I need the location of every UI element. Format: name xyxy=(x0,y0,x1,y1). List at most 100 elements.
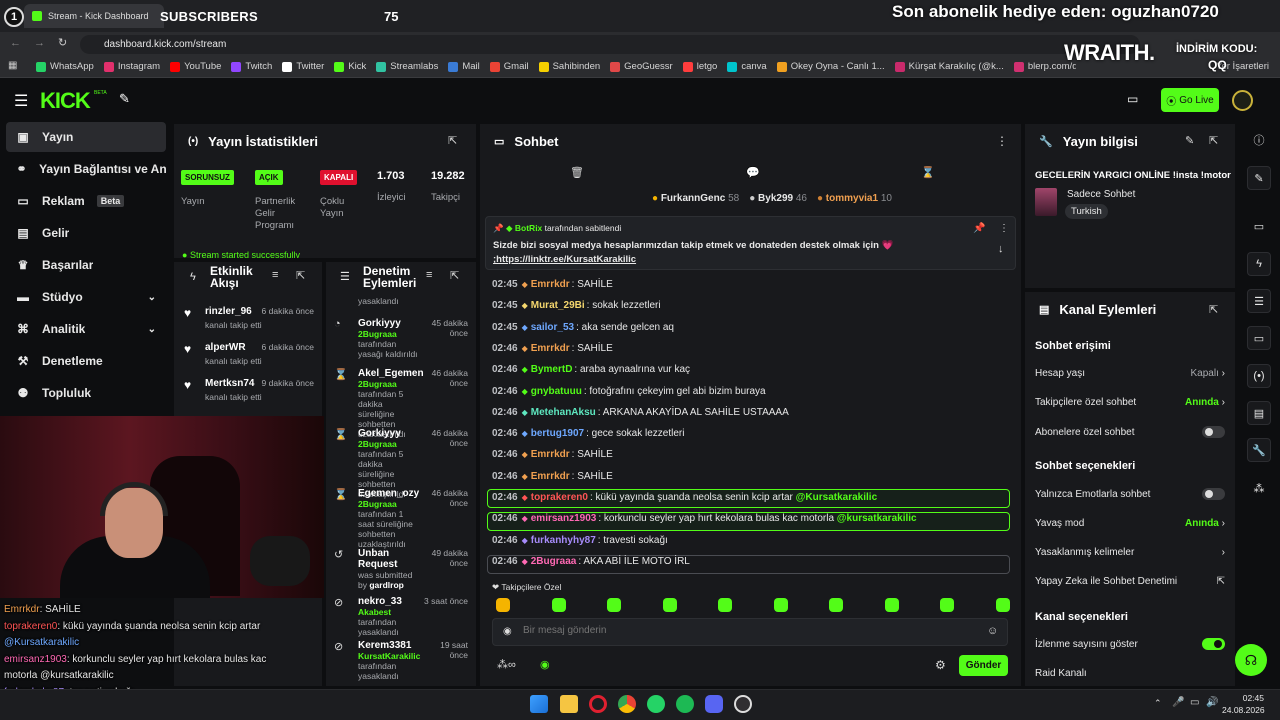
filter-icon[interactable]: ≡ xyxy=(272,269,278,281)
message-input[interactable] xyxy=(523,625,963,636)
chat-username[interactable]: Emrrkdr xyxy=(531,471,570,482)
layout-icon[interactable]: ▭ xyxy=(1247,214,1271,238)
expand-icon[interactable]: ⇱ xyxy=(296,269,305,282)
edit-icon[interactable]: ✎ xyxy=(1247,166,1271,190)
bookmark-item[interactable]: Twitch xyxy=(231,61,272,72)
moderator-name[interactable]: 2Bugraaa xyxy=(358,439,397,449)
pinned-link[interactable]: ;https://linktr.ee/KursatKarakilic xyxy=(493,254,636,265)
bookmark-item[interactable]: canva xyxy=(727,61,767,72)
kick-green-icon[interactable]: ◉ xyxy=(540,658,550,671)
account-age-row[interactable]: Hesap yaşı Kapalı › xyxy=(1035,368,1225,379)
folder-icon[interactable] xyxy=(560,695,578,713)
sidebar-item-6[interactable]: ⌘ Analitik ⌄ xyxy=(6,314,166,344)
emote-icon[interactable] xyxy=(773,598,788,612)
emote-icon[interactable] xyxy=(496,598,510,612)
emote-icon[interactable] xyxy=(995,598,1010,612)
emote-icon[interactable] xyxy=(662,598,677,612)
clock-time[interactable]: 02:45 xyxy=(1236,693,1264,703)
emote-icon[interactable] xyxy=(551,598,566,612)
submitted-by[interactable]: gardlrop xyxy=(369,580,403,590)
bookmark-item[interactable]: Sahibinden xyxy=(538,61,600,72)
filter-icon[interactable]: ≡ xyxy=(426,269,432,281)
banned-words-row[interactable]: Yasaklanmış kelimeler › xyxy=(1035,547,1225,558)
chat-username[interactable]: toprakeren0 xyxy=(531,492,588,503)
bookmark-item[interactable]: Kick xyxy=(334,61,366,72)
wrench-icon[interactable]: 🔧 xyxy=(1247,438,1271,462)
bookmark-item[interactable]: Okey Oyna - Canlı 1... xyxy=(776,61,885,72)
mic-icon[interactable]: 🎤 xyxy=(1172,697,1184,708)
sidebar-item-3[interactable]: ▤ Gelir xyxy=(6,218,166,248)
moderation-target[interactable]: Akel_Egemen xyxy=(358,368,424,379)
category-name[interactable]: Sadece Sohbet xyxy=(1067,189,1135,200)
settings-gear-icon[interactable]: ⚙ xyxy=(935,658,946,672)
chat-bubble-icon[interactable]: 💬 xyxy=(746,166,760,179)
emoji-icon[interactable]: ☺ xyxy=(987,625,998,637)
chat-username[interactable]: Emrrkdr xyxy=(531,279,570,290)
chrome-icon[interactable] xyxy=(618,695,636,713)
hamburger-menu-icon[interactable]: ☰ xyxy=(14,91,28,111)
bookmark-item[interactable]: Gmail xyxy=(489,61,529,72)
forward-icon[interactable]: → xyxy=(34,37,45,49)
bookmark-item[interactable]: GeoGuessr xyxy=(610,61,673,72)
activity-username[interactable]: Mertksn74 xyxy=(205,378,254,389)
broadcast-icon[interactable]: (•) xyxy=(1247,364,1271,388)
reload-icon[interactable]: ↻ xyxy=(58,36,67,49)
chat-username[interactable]: sailor_53 xyxy=(531,322,574,333)
sidebar-item-5[interactable]: ▬ Stüdyo ⌄ xyxy=(6,282,166,312)
start-icon[interactable] xyxy=(530,695,548,713)
kick-logo[interactable]: KICK xyxy=(40,88,91,114)
chat-username[interactable]: Emrrkdr xyxy=(531,343,570,354)
discord-icon[interactable] xyxy=(705,695,723,713)
volume-icon[interactable]: 🔊 xyxy=(1206,697,1218,708)
edit-icon[interactable]: ✎ xyxy=(1185,134,1194,147)
emote-only-toggle[interactable] xyxy=(1202,488,1225,500)
activity-username[interactable]: rinzler_96 xyxy=(205,306,252,317)
raid-row[interactable]: Raid Kanalı xyxy=(1035,668,1225,679)
more-tools-icon[interactable]: ⁂ xyxy=(1247,476,1271,500)
collapse-icon[interactable]: ↓ xyxy=(998,243,1004,255)
hourglass-icon[interactable]: ⌛ xyxy=(921,166,935,179)
bookmark-item[interactable]: Twitter xyxy=(282,61,324,72)
bookmark-item[interactable]: YouTube xyxy=(170,61,221,72)
bookmark-item[interactable]: Instagram xyxy=(103,61,160,72)
tray-up-icon[interactable]: ⌃ xyxy=(1154,698,1162,709)
chat-username[interactable]: 2Bugraaa xyxy=(531,556,577,567)
bookmark-item[interactable]: Streamlabs xyxy=(376,61,438,72)
emote-icon[interactable] xyxy=(884,598,899,612)
sidebar-item-0[interactable]: ▣ Yayın xyxy=(6,122,166,152)
moderator-name[interactable]: 2Bugraaa xyxy=(358,499,397,509)
bolt-icon[interactable]: ϟ xyxy=(1247,252,1271,276)
whatsapp-icon[interactable] xyxy=(647,695,665,713)
list-icon[interactable]: ☰ xyxy=(1247,289,1271,313)
emote-icon[interactable] xyxy=(940,598,954,612)
ai-moderation-row[interactable]: Yapay Zeka ile Sohbet Denetimi ⇱ xyxy=(1035,576,1225,587)
sidebar-item-4[interactable]: ♛ Başarılar xyxy=(6,250,166,280)
moderation-target[interactable]: Gorkiyyy xyxy=(358,428,420,439)
moderator-name[interactable]: 2Bugraaa xyxy=(358,379,397,389)
unpin-icon[interactable]: 📌 xyxy=(973,223,985,234)
expand-icon[interactable]: ⇱ xyxy=(450,269,459,282)
chat-username[interactable]: gnybatuuu xyxy=(531,386,582,397)
more-icon[interactable]: ⋮ xyxy=(999,223,1009,234)
activity-username[interactable]: alperWR xyxy=(205,342,246,353)
support-headset-button[interactable]: ☊ xyxy=(1235,644,1267,676)
moderation-target[interactable]: Gorkiyyy xyxy=(358,318,420,329)
back-icon[interactable]: ← xyxy=(10,37,21,49)
expand-icon[interactable]: ⇱ xyxy=(1209,303,1218,316)
chat-username[interactable]: BymertD xyxy=(531,364,573,375)
avatar[interactable] xyxy=(1232,90,1253,111)
info-icon[interactable]: ⓘ xyxy=(1247,128,1271,152)
bookmark-item[interactable]: Mail xyxy=(448,61,480,72)
bookmark-item[interactable]: Kürşat Karakılıç (@k... xyxy=(894,61,1004,72)
display-icon[interactable]: ▭ xyxy=(1127,92,1138,106)
browser-tab[interactable]: Stream - Kick Dashboard xyxy=(24,4,164,28)
emote-icon[interactable] xyxy=(718,598,732,612)
network-icon[interactable]: ▭ xyxy=(1190,697,1199,708)
followers-only-row[interactable]: Takipçilere özel sohbet Anında › xyxy=(1035,397,1225,408)
subs-only-toggle[interactable] xyxy=(1202,426,1225,438)
chat-username[interactable]: furkanhyhy87 xyxy=(531,535,596,546)
chat-username[interactable]: bertug1907 xyxy=(531,428,584,439)
chat-input[interactable]: ◉ ☺ xyxy=(492,618,1008,646)
spotify-icon[interactable] xyxy=(676,695,694,713)
moderator-name[interactable]: Akabest xyxy=(358,607,391,617)
